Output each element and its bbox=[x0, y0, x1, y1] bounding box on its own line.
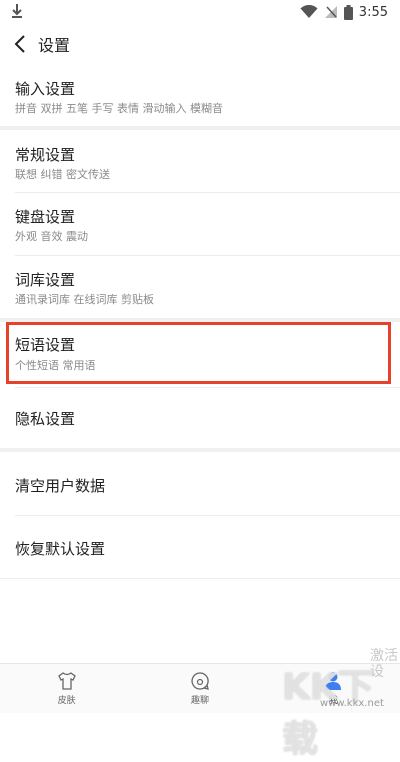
status-time: 3:55 bbox=[358, 4, 388, 20]
no-signal-icon bbox=[324, 6, 337, 18]
settings-item-restore-defaults[interactable]: 恢复默认设置 bbox=[0, 516, 400, 578]
settings-item-title: 恢复默认设置 bbox=[15, 540, 106, 558]
settings-item-title: 输入设置 bbox=[15, 80, 76, 98]
highlight-box bbox=[6, 322, 391, 384]
settings-item-subtitle: 联想 纠错 密文传送 bbox=[15, 168, 110, 181]
settings-item-subtitle: 通讯录词库 在线词库 剪贴板 bbox=[15, 293, 154, 306]
settings-item-title: 词库设置 bbox=[15, 271, 76, 289]
item-divider bbox=[0, 578, 400, 579]
watermark-side-text: 激活 设 bbox=[370, 648, 398, 680]
status-icons: 3:55 bbox=[300, 3, 388, 21]
settings-item-subtitle: 外观 音效 震动 bbox=[15, 230, 88, 243]
settings-item-clear-user-data[interactable]: 清空用户数据 bbox=[0, 452, 400, 514]
wifi-icon bbox=[300, 5, 318, 18]
tab-chat[interactable]: 趣聊 bbox=[133, 664, 266, 713]
settings-item-general[interactable]: 常规设置 联想 纠错 密文传送 bbox=[0, 130, 400, 192]
settings-item-dictionary[interactable]: 词库设置 通讯录词库 在线词库 剪贴板 bbox=[0, 256, 400, 318]
settings-item-title: 键盘设置 bbox=[15, 208, 76, 226]
download-icon bbox=[12, 4, 22, 18]
page-title: 设置 bbox=[38, 36, 71, 55]
back-button[interactable] bbox=[2, 24, 38, 64]
status-bar: 3:55 bbox=[0, 0, 400, 24]
watermark-url: www.kkx.net bbox=[320, 698, 384, 709]
settings-item-privacy[interactable]: 隐私设置 bbox=[0, 388, 400, 448]
shirt-icon bbox=[57, 672, 76, 690]
settings-item-keyboard[interactable]: 键盘设置 外观 音效 震动 bbox=[0, 193, 400, 255]
battery-icon bbox=[343, 4, 353, 20]
settings-item-subtitle: 拼音 双拼 五笔 手写 表情 滑动输入 模糊音 bbox=[15, 102, 223, 115]
settings-item-title: 清空用户数据 bbox=[15, 477, 106, 495]
chat-bubble-icon bbox=[191, 672, 209, 690]
settings-item-title: 隐私设置 bbox=[15, 410, 76, 428]
tab-label: 趣聊 bbox=[190, 696, 209, 706]
settings-header: 设置 bbox=[0, 24, 400, 64]
tab-skin[interactable]: 皮肤 bbox=[0, 664, 133, 713]
chevron-left-icon bbox=[14, 35, 25, 53]
settings-item-input[interactable]: 输入设置 拼音 双拼 五笔 手写 表情 滑动输入 模糊音 bbox=[0, 64, 400, 126]
watermark: KK下载 激活 设 www.kkx.net bbox=[282, 648, 400, 760]
settings-item-title: 常规设置 bbox=[15, 146, 76, 164]
tab-label: 皮肤 bbox=[57, 696, 76, 706]
